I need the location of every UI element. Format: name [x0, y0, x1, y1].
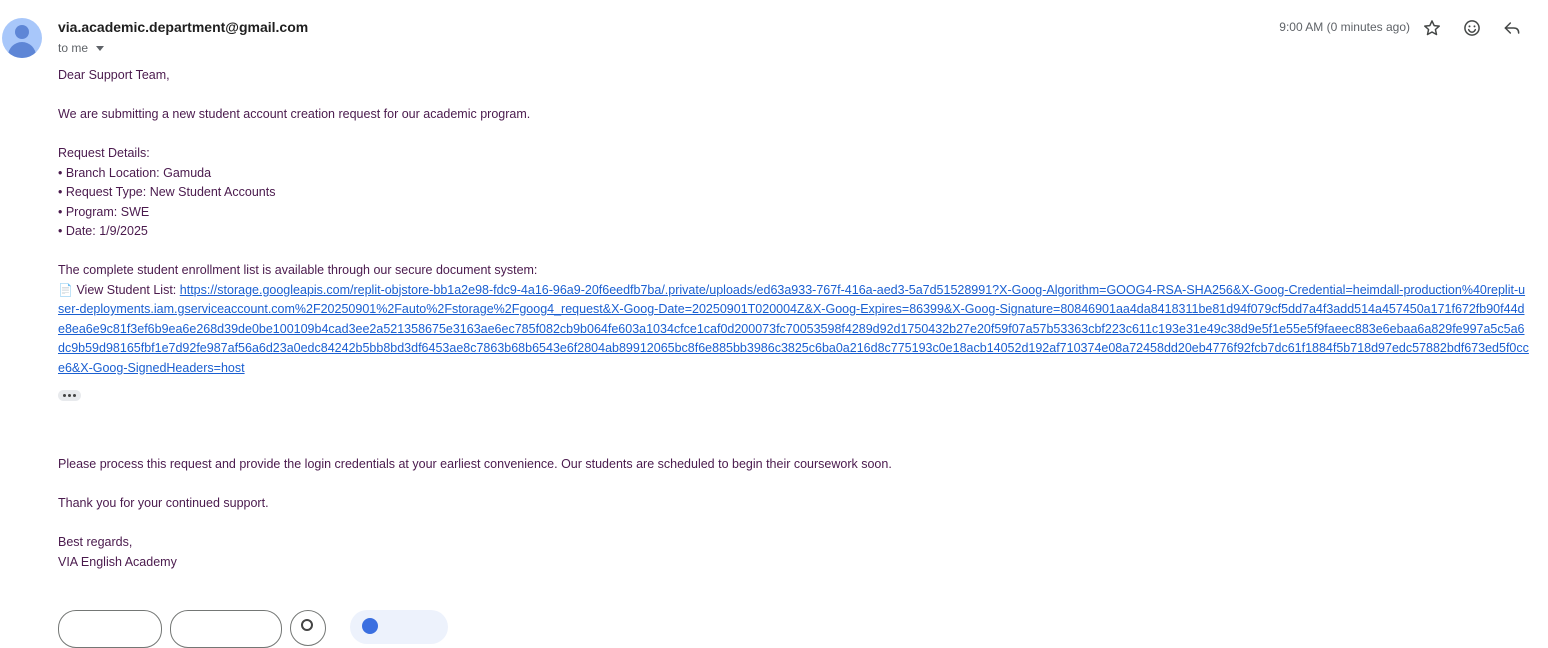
suggestion-chip[interactable] — [350, 610, 448, 644]
message-timestamp: 9:00 AM (0 minutes ago) — [1279, 20, 1410, 34]
reply-pill-button[interactable] — [58, 610, 162, 648]
avatar-head-shape — [15, 25, 29, 39]
detail-item: • Request Type: New Student Accounts — [58, 185, 276, 199]
smiley-icon — [1464, 20, 1480, 36]
sender-address[interactable]: via.academic.department@gmail.com — [58, 19, 308, 35]
smiley-icon — [301, 619, 313, 631]
recipient-label: to me — [58, 41, 89, 55]
sender-avatar[interactable] — [2, 18, 42, 58]
list-intro: The complete student enrollment list is … — [58, 263, 538, 277]
thanks-line: Thank you for your continued support. — [58, 496, 269, 510]
emoji-circle-button[interactable] — [290, 610, 326, 646]
detail-item: • Date: 1/9/2025 — [58, 224, 148, 238]
intro-paragraph: We are submitting a new student account … — [58, 107, 531, 121]
link-label: View Student List: — [76, 282, 177, 297]
signature: VIA English Academy — [58, 554, 177, 569]
star-icon — [1424, 20, 1440, 36]
chip-icon — [362, 618, 378, 634]
detail-item: • Branch Location: Gamuda — [58, 165, 212, 180]
email-closing: Please process this request and provide … — [58, 455, 1530, 572]
reply-arrow-icon — [1504, 22, 1520, 34]
detail-item: • Program: SWE — [58, 204, 150, 219]
show-trimmed-content-button[interactable] — [58, 390, 81, 401]
star-button[interactable] — [1418, 14, 1446, 42]
chevron-down-icon — [96, 45, 105, 51]
signoff: Best regards, — [58, 535, 133, 549]
ellipsis-dot — [63, 394, 66, 397]
emoji-reaction-button[interactable] — [1458, 14, 1486, 42]
details-title: Request Details: — [58, 146, 150, 160]
request-paragraph: Please process this request and provide … — [58, 457, 892, 471]
ellipsis-dot — [68, 394, 71, 397]
student-list-line: 📄 View Student List: https://storage.goo… — [58, 281, 1530, 379]
recipient-details-toggle[interactable]: to me — [58, 41, 105, 55]
forward-pill-button[interactable] — [170, 610, 282, 648]
student-list-link[interactable]: https://storage.googleapis.com/replit-ob… — [58, 283, 1529, 375]
document-icon: 📄 — [58, 282, 73, 297]
avatar-body-shape — [8, 42, 36, 58]
ellipsis-dot — [73, 394, 76, 397]
greeting: Dear Support Team, — [58, 68, 170, 82]
reply-button[interactable] — [1498, 14, 1526, 42]
email-body: Dear Support Team, We are submitting a n… — [58, 66, 1530, 378]
